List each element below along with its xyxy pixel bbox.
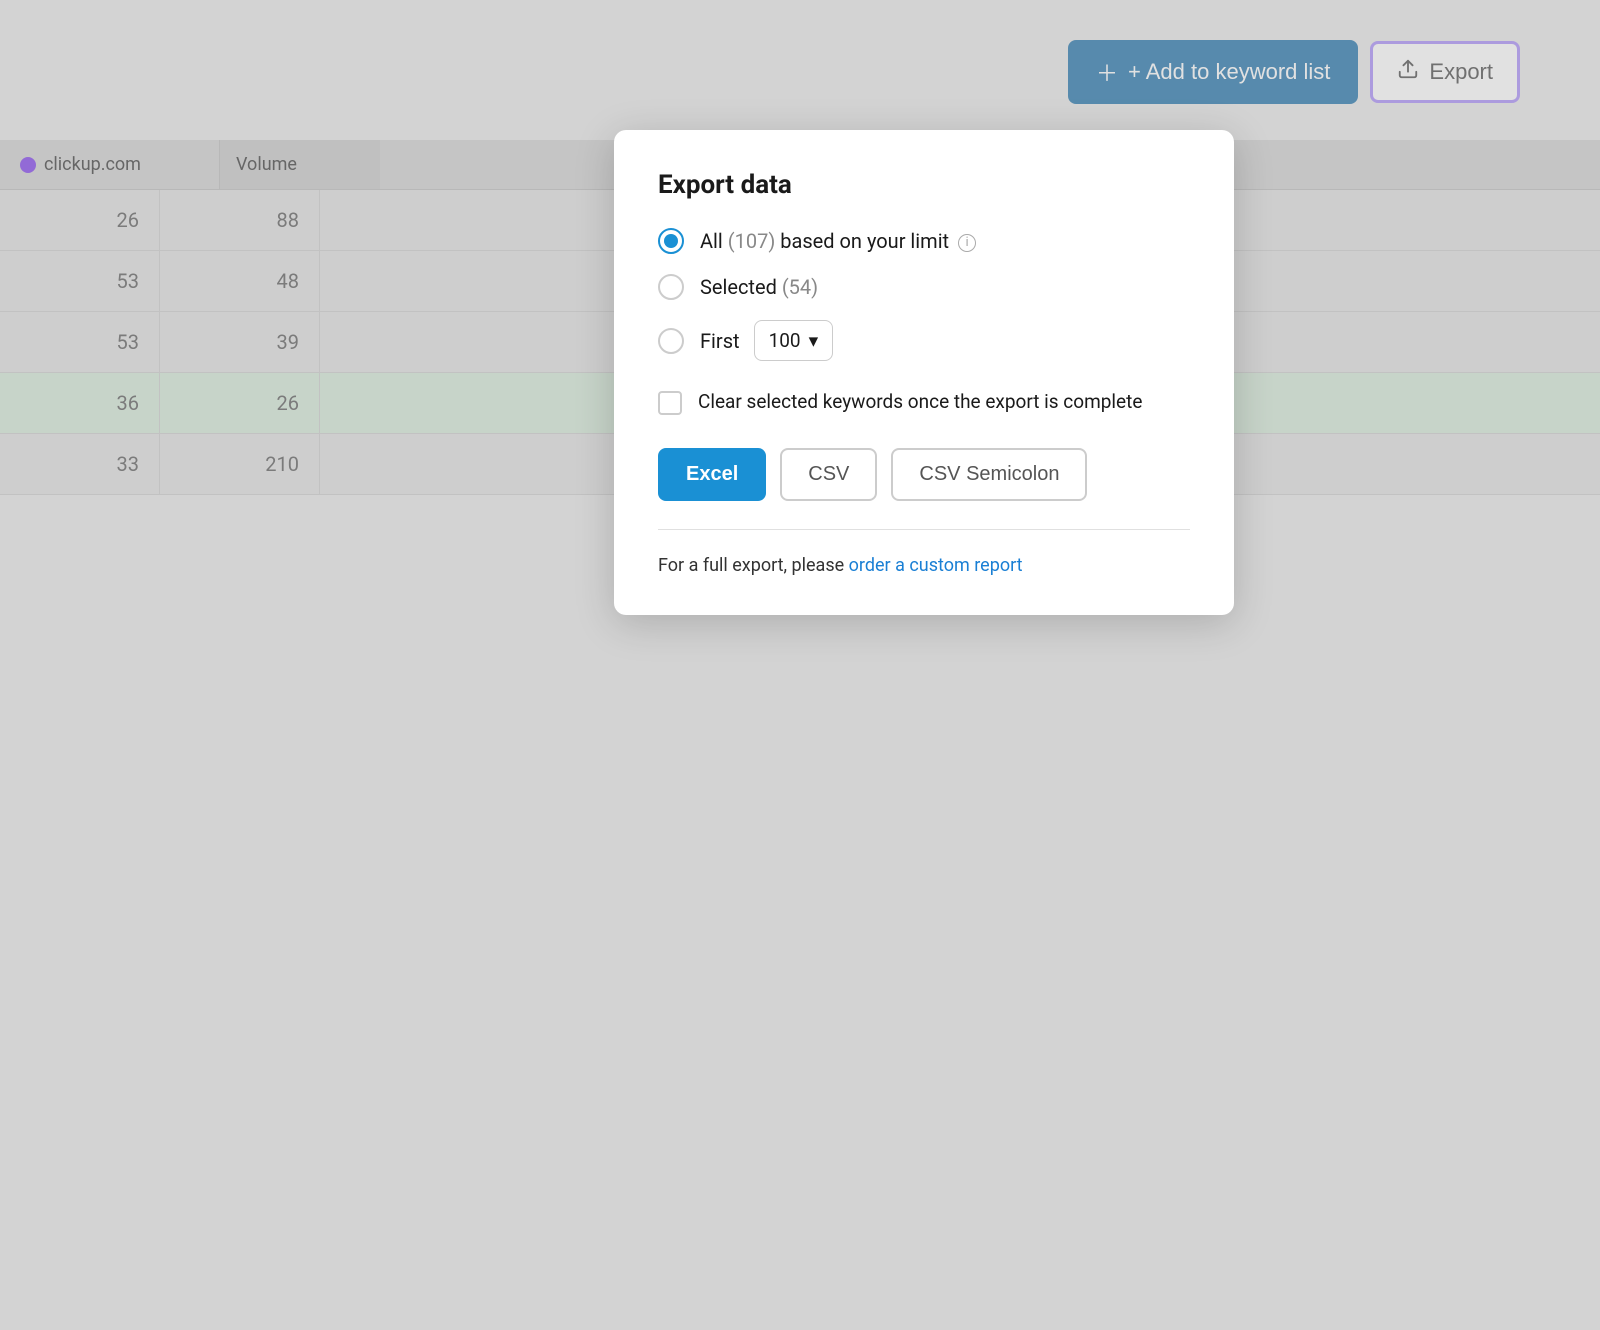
csv-semicolon-button[interactable]: CSV Semicolon	[891, 448, 1087, 501]
first-count-select[interactable]: 100 ▾	[754, 320, 834, 361]
export-modal: Export data All (107) based on your limi…	[614, 130, 1234, 615]
option-selected[interactable]: Selected (54)	[658, 274, 1190, 300]
info-icon[interactable]: i	[958, 234, 976, 252]
export-options: All (107) based on your limit i Selected…	[658, 228, 1190, 361]
footer-text: For a full export, please order a custom…	[658, 552, 1190, 579]
first-row: First 100 ▾	[700, 320, 833, 361]
first-value: 100	[769, 329, 801, 352]
option-first-label: First	[700, 329, 740, 353]
chevron-down-icon: ▾	[809, 329, 819, 352]
export-format-buttons: Excel CSV CSV Semicolon	[658, 448, 1190, 501]
option-all-label: All (107) based on your limit i	[700, 229, 976, 253]
clear-keywords-option: Clear selected keywords once the export …	[658, 389, 1190, 416]
excel-button[interactable]: Excel	[658, 448, 766, 501]
option-selected-label: Selected (54)	[700, 275, 818, 299]
custom-report-link[interactable]: order a custom report	[849, 555, 1023, 576]
radio-selected[interactable]	[658, 274, 684, 300]
modal-title: Export data	[658, 170, 1190, 200]
radio-inner	[664, 234, 678, 248]
radio-all[interactable]	[658, 228, 684, 254]
clear-keywords-label: Clear selected keywords once the export …	[698, 389, 1142, 416]
option-all[interactable]: All (107) based on your limit i	[658, 228, 1190, 254]
option-first[interactable]: First 100 ▾	[658, 320, 1190, 361]
radio-first[interactable]	[658, 328, 684, 354]
csv-button[interactable]: CSV	[780, 448, 877, 501]
clear-keywords-checkbox[interactable]	[658, 391, 682, 415]
divider	[658, 529, 1190, 530]
